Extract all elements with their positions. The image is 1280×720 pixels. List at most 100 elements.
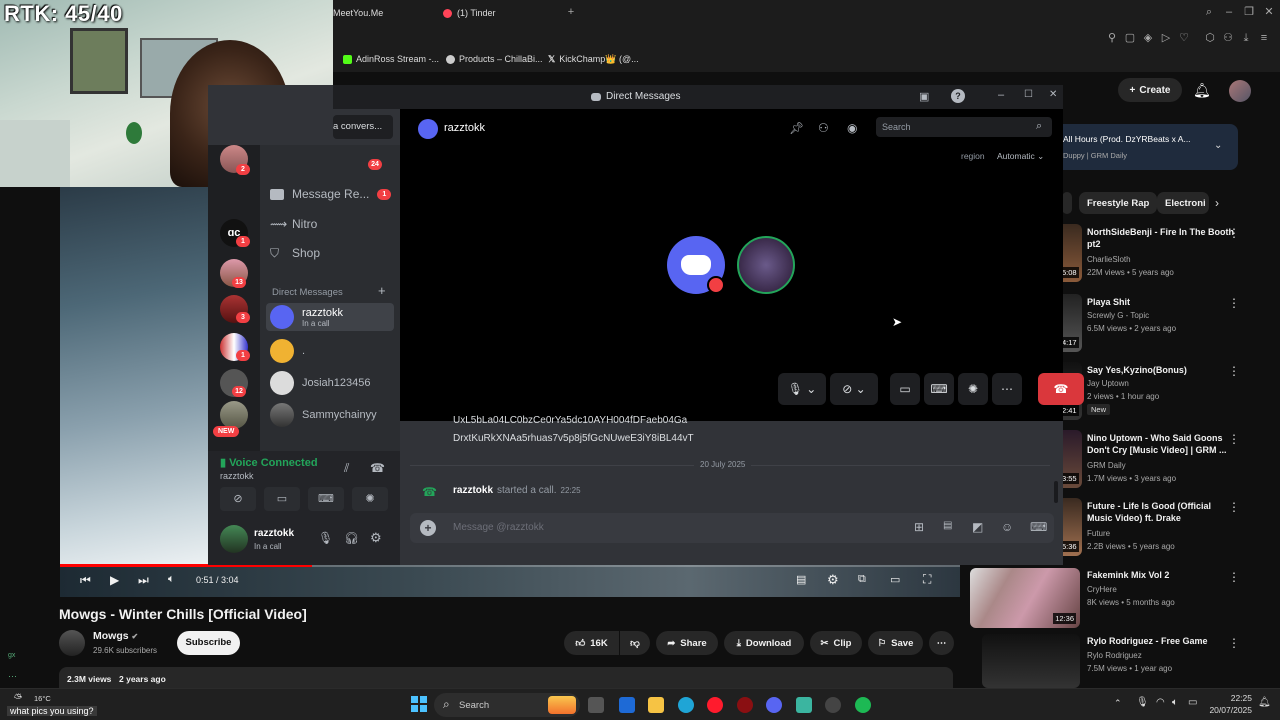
activity-button[interactable]: ⌨ — [924, 373, 954, 405]
dm-item-dot[interactable]: . — [266, 337, 394, 365]
sticker-icon[interactable]: ◩ — [972, 520, 983, 534]
chip-freestyle-rap[interactable]: Freestyle Rap — [1079, 192, 1158, 214]
spotify-icon[interactable] — [855, 697, 871, 713]
server-icon[interactable]: 1 — [220, 333, 250, 361]
video-off-button[interactable]: ⊘ — [220, 487, 256, 511]
dm-item-razztokk[interactable]: razztokk In a call — [266, 303, 394, 331]
scrollbar[interactable] — [1054, 481, 1058, 503]
obs-icon[interactable] — [825, 697, 841, 713]
more-icon[interactable]: ⋯ — [8, 671, 17, 682]
list-item[interactable]: Rylo Rodriguez - Free Game Rylo Rodrigue… — [970, 634, 1280, 688]
description-box[interactable]: 2.3M views 2 years ago — [59, 667, 953, 689]
edge-icon[interactable] — [678, 697, 694, 713]
more-vert-icon[interactable]: ⋮ — [1228, 500, 1240, 514]
server-icon[interactable] — [220, 401, 248, 429]
volume-icon[interactable]: 🔈︎ — [168, 573, 175, 586]
bookmark-products[interactable]: Products – ChillaBi... — [446, 54, 543, 64]
task-view-icon[interactable] — [588, 697, 604, 713]
taskbar-search[interactable]: ⌕ Search — [434, 693, 580, 717]
leave-call-button[interactable]: ☎︎ — [1038, 373, 1084, 405]
clock-date[interactable]: 20/07/2025 — [1202, 705, 1252, 715]
maximize-icon[interactable]: ☐ — [1024, 89, 1033, 100]
notepad-icon[interactable] — [796, 697, 812, 713]
more-vert-icon[interactable]: ⋮ — [1228, 636, 1240, 650]
minimize-icon[interactable]: – — [998, 89, 1004, 101]
server-icon[interactable]: ɑc 1 — [220, 219, 250, 247]
previous-icon[interactable]: ⏮︎ — [80, 573, 91, 588]
heart-icon[interactable]: ♡ — [1178, 32, 1190, 44]
account-icon[interactable]: ⚇ — [1222, 32, 1234, 44]
channel-avatar[interactable] — [59, 630, 85, 656]
profile-icon[interactable]: ◉ — [847, 121, 857, 135]
emoji-icon[interactable]: ☺ — [1001, 520, 1013, 534]
chevron-right-icon[interactable]: › — [1215, 196, 1219, 210]
snapshot-icon[interactable]: ▢ — [1124, 32, 1136, 44]
minimize-icon[interactable]: – — [1223, 6, 1235, 18]
news-ticker[interactable]: what pics you using? — [7, 706, 97, 716]
list-item[interactable]: 5:36 Future - Life Is Good (Official Mus… — [1060, 498, 1280, 558]
gif-icon[interactable]: ▤ — [943, 520, 952, 531]
dm-item-sammy[interactable]: Sammychainyy — [266, 401, 394, 429]
gift-icon[interactable]: ⊞ — [914, 520, 924, 534]
more-vert-icon[interactable]: ⋮ — [1228, 364, 1240, 378]
server-icon[interactable]: 3 — [220, 295, 250, 323]
list-item[interactable]: 3:55 Nino Uptown - Who Said Goons Don't … — [1060, 430, 1280, 490]
more-vert-icon[interactable]: ⋮ — [1228, 296, 1240, 310]
opera-gx-icon[interactable] — [707, 697, 723, 713]
pin-icon[interactable]: 📌︎ — [789, 121, 804, 135]
more-actions-button[interactable]: ⋯ — [929, 631, 954, 655]
subscribe-button[interactable]: Subscribe — [177, 631, 240, 655]
download-button[interactable]: ⤓ Download — [724, 631, 804, 655]
play-icon[interactable]: ▶︎ — [110, 573, 119, 587]
headphones-icon[interactable]: 🎧︎ — [344, 531, 359, 545]
now-playing-card[interactable]: All Hours (Prod. DzYRBeats x A... Duppy … — [1058, 124, 1238, 170]
chevron-down-icon[interactable]: ⌄ — [1214, 140, 1222, 151]
bookmark-adinross[interactable]: AdinRoss Stream -... — [343, 54, 439, 64]
save-button[interactable]: ⚐ Save — [868, 631, 923, 655]
player-icon[interactable]: ▷ — [1160, 32, 1172, 44]
voice-connected[interactable]: ▮ Voice Connected — [220, 456, 318, 469]
avatar[interactable] — [220, 525, 248, 553]
like-button[interactable]: 👍︎ 16K — [564, 631, 619, 655]
download-icon[interactable]: ⤓ — [1240, 32, 1252, 44]
windows-start-icon[interactable] — [411, 696, 427, 712]
settings-icon[interactable]: ⚙︎ — [827, 572, 839, 588]
close-icon[interactable]: ✕ — [1263, 6, 1275, 18]
new-tab-icon[interactable]: + — [565, 6, 577, 18]
tab-meetyoume[interactable]: MeetYou.Me — [333, 4, 383, 22]
app-icon[interactable] — [737, 697, 753, 713]
sidebar-item-shop[interactable]: ⛉ Shop — [270, 242, 394, 264]
notification-icon[interactable]: 🔔︎ — [1258, 697, 1271, 708]
microphone-icon[interactable]: 🎙︎ — [318, 531, 333, 545]
server-icon[interactable]: 2 — [220, 145, 250, 175]
fullscreen-icon[interactable]: ⛶ — [923, 572, 931, 587]
chip-partial[interactable] — [1062, 192, 1072, 214]
inbox-icon[interactable]: ▣ — [919, 90, 929, 103]
theater-icon[interactable]: ▭ — [890, 573, 900, 586]
weather-icon[interactable]: ⛅︎ — [14, 693, 22, 704]
noise-suppression-icon[interactable]: ⫽ — [344, 461, 349, 476]
channel-name[interactable]: Mowgs ✔ — [93, 630, 138, 642]
disconnect-icon[interactable]: ☎︎ — [370, 461, 385, 475]
battery-icon[interactable]: ▭ — [1188, 697, 1197, 708]
sidebar-item-message-requests[interactable]: Message Re... 1 — [270, 183, 394, 205]
attach-icon[interactable]: + — [420, 520, 436, 536]
add-friend-icon[interactable]: ⚇ — [818, 121, 829, 135]
chevron-up-icon[interactable]: ⌃ — [1114, 698, 1122, 709]
chip-electronic[interactable]: Electroni — [1157, 192, 1209, 214]
pin-icon[interactable]: ⚲ — [1106, 32, 1118, 44]
microphone-icon[interactable]: 🎙︎ — [1136, 697, 1149, 708]
list-item[interactable]: 5:08 NorthSideBenji - Fire In The Booth … — [1060, 224, 1280, 284]
subtitles-icon[interactable]: ▤ — [796, 573, 806, 586]
dm-item-josiah[interactable]: Josiah123456 — [266, 369, 394, 397]
share-button[interactable]: ➦ Share — [656, 631, 718, 655]
camera-button[interactable]: ⊘ ⌄ — [830, 373, 878, 405]
region-select[interactable]: Automatic ⌄ — [997, 151, 1044, 162]
wifi-icon[interactable]: ◠ — [1156, 697, 1165, 708]
list-item[interactable]: 2:41 Say Yes,Kyzino(Bonus) Jay Uptown 2 … — [1060, 362, 1280, 422]
screen-share-button[interactable]: ▭ — [890, 373, 920, 405]
discord-taskbar-icon[interactable] — [766, 697, 782, 713]
help-icon[interactable]: ? — [951, 89, 965, 103]
video-frame[interactable] — [60, 187, 210, 567]
bookmark-kickchamp[interactable]: 𝕏 KickChamp👑 (@... — [548, 54, 639, 65]
